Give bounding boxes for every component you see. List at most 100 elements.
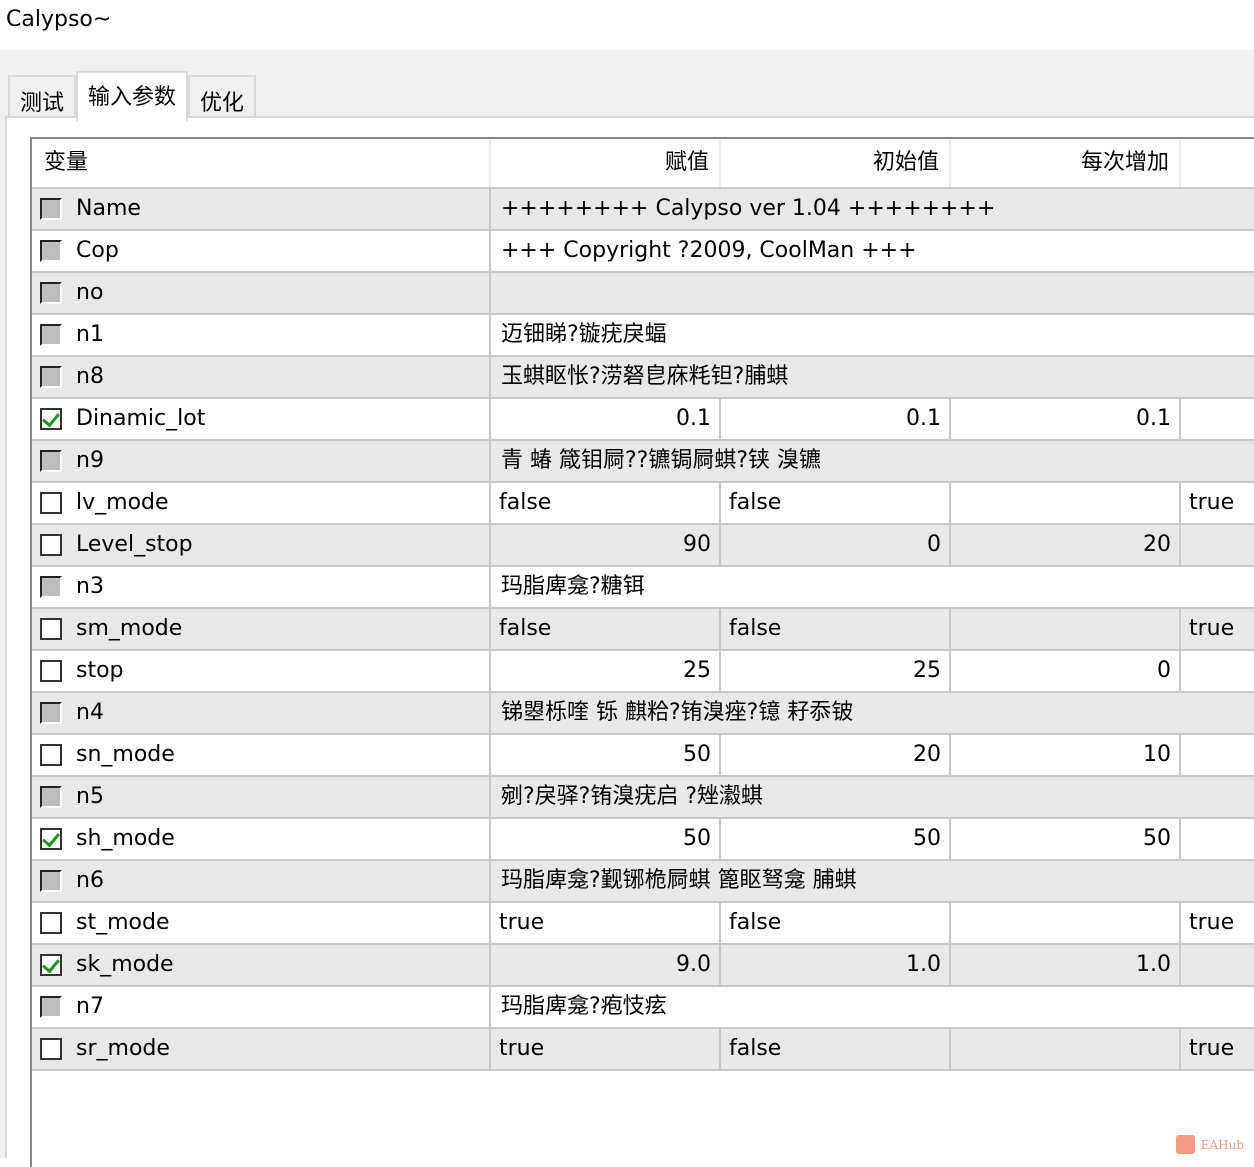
value-cell[interactable]: 迈钿睇?镟疣戾蝠 bbox=[491, 315, 1254, 355]
stop-cell[interactable] bbox=[1181, 651, 1254, 691]
value-cell[interactable]: true bbox=[491, 903, 721, 943]
start-cell[interactable]: 1.0 bbox=[721, 945, 951, 985]
value-cell[interactable]: true bbox=[491, 1029, 721, 1069]
optimize-checkbox[interactable] bbox=[40, 576, 62, 598]
value-cell[interactable]: 25 bbox=[491, 651, 721, 691]
value-cell[interactable]: false bbox=[491, 483, 721, 523]
value-cell[interactable]: +++ Copyright ?2009, CoolMan +++ bbox=[491, 231, 1254, 271]
optimize-checkbox[interactable] bbox=[40, 870, 62, 892]
value-cell[interactable]: 玛脂庳龛?疱忮痃 bbox=[491, 987, 1254, 1027]
start-cell[interactable]: 0.1 bbox=[721, 399, 951, 439]
table-row[interactable]: st_mode true false true bbox=[32, 903, 1254, 945]
tab-inputs[interactable]: 输入参数 bbox=[76, 71, 189, 121]
tab-optimization[interactable]: 优化 bbox=[188, 75, 257, 121]
step-cell[interactable]: 0.1 bbox=[951, 399, 1181, 439]
header-variable[interactable]: 变量 bbox=[32, 139, 491, 187]
stop-cell[interactable] bbox=[1181, 945, 1254, 985]
table-row[interactable]: stop 25 25 0 bbox=[32, 651, 1254, 693]
optimize-checkbox[interactable] bbox=[40, 1038, 62, 1060]
optimize-checkbox[interactable] bbox=[40, 408, 62, 430]
stop-cell[interactable] bbox=[1181, 819, 1254, 859]
tab-testing[interactable]: 测试 bbox=[8, 75, 77, 121]
step-cell[interactable]: 20 bbox=[951, 525, 1181, 565]
table-row[interactable]: sh_mode 50 50 50 bbox=[32, 819, 1254, 861]
table-row[interactable]: n8 玉蜞眍怅?涝砮皀庥粍钽?脯蜞 bbox=[32, 357, 1254, 399]
start-cell[interactable]: 25 bbox=[721, 651, 951, 691]
optimize-checkbox[interactable] bbox=[40, 450, 62, 472]
optimize-checkbox[interactable] bbox=[40, 954, 62, 976]
table-row[interactable]: sr_mode true false true bbox=[32, 1029, 1254, 1071]
optimize-checkbox[interactable] bbox=[40, 198, 62, 220]
step-cell[interactable]: 50 bbox=[951, 819, 1181, 859]
table-row[interactable]: sm_mode false false true bbox=[32, 609, 1254, 651]
stop-cell[interactable]: true bbox=[1181, 609, 1254, 649]
value-cell[interactable]: 50 bbox=[491, 735, 721, 775]
step-cell[interactable]: 10 bbox=[951, 735, 1181, 775]
value-cell[interactable]: 剜?戾驿?铕溴疣启 ?矬瀫蜞 bbox=[491, 777, 1254, 817]
optimize-checkbox[interactable] bbox=[40, 282, 62, 304]
value-cell[interactable]: 玛脂庳龛?糖铒 bbox=[491, 567, 1254, 607]
value-cell[interactable]: 90 bbox=[491, 525, 721, 565]
table-row[interactable]: n5 剜?戾驿?铕溴疣启 ?矬瀫蜞 bbox=[32, 777, 1254, 819]
table-row[interactable]: lv_mode false false true bbox=[32, 483, 1254, 525]
table-row[interactable]: Name ++++++++ Calypso ver 1.04 ++++++++ bbox=[32, 189, 1254, 231]
step-cell[interactable]: 0 bbox=[951, 651, 1181, 691]
step-cell[interactable] bbox=[951, 1029, 1181, 1069]
stop-cell[interactable]: true bbox=[1181, 1029, 1254, 1069]
table-row[interactable]: n7 玛脂庳龛?疱忮痃 bbox=[32, 987, 1254, 1029]
value-cell[interactable]: 锑曌栎喹 铄 麒粭?铕溴痤?镱 耔忝铍 bbox=[491, 693, 1254, 733]
value-cell[interactable]: false bbox=[491, 609, 721, 649]
value-cell[interactable] bbox=[491, 273, 1254, 313]
step-cell[interactable] bbox=[951, 483, 1181, 523]
table-row[interactable]: no bbox=[32, 273, 1254, 315]
start-cell[interactable]: false bbox=[721, 903, 951, 943]
optimize-checkbox[interactable] bbox=[40, 240, 62, 262]
table-row[interactable]: n4 锑曌栎喹 铄 麒粭?铕溴痤?镱 耔忝铍 bbox=[32, 693, 1254, 735]
start-cell[interactable]: false bbox=[721, 609, 951, 649]
table-row[interactable]: Dinamic_lot 0.1 0.1 0.1 bbox=[32, 399, 1254, 441]
start-cell[interactable]: 20 bbox=[721, 735, 951, 775]
value-cell[interactable]: 玉蜞眍怅?涝砮皀庥粍钽?脯蜞 bbox=[491, 357, 1254, 397]
stop-cell[interactable]: true bbox=[1181, 483, 1254, 523]
table-row[interactable]: n1 迈钿睇?镟疣戾蝠 bbox=[32, 315, 1254, 357]
table-row[interactable]: n9 青 蝽 箴钼屙??镳锔屙蜞?铗 溴镳 bbox=[32, 441, 1254, 483]
value-cell[interactable]: 0.1 bbox=[491, 399, 721, 439]
value-cell[interactable]: ++++++++ Calypso ver 1.04 ++++++++ bbox=[491, 189, 1254, 229]
table-row[interactable]: sn_mode 50 20 10 bbox=[32, 735, 1254, 777]
optimize-checkbox[interactable] bbox=[40, 912, 62, 934]
table-row[interactable]: n6 玛脂庳龛?觐铘桅屙蜞 篦眍驽龛 脯蜞 bbox=[32, 861, 1254, 903]
step-cell[interactable]: 1.0 bbox=[951, 945, 1181, 985]
stop-cell[interactable] bbox=[1181, 399, 1254, 439]
start-cell[interactable]: 0 bbox=[721, 525, 951, 565]
header-value[interactable]: 赋值 bbox=[491, 139, 721, 187]
optimize-checkbox[interactable] bbox=[40, 996, 62, 1018]
step-cell[interactable] bbox=[951, 903, 1181, 943]
optimize-checkbox[interactable] bbox=[40, 324, 62, 346]
optimize-checkbox[interactable] bbox=[40, 492, 62, 514]
step-cell[interactable] bbox=[951, 609, 1181, 649]
header-stop[interactable] bbox=[1181, 139, 1254, 187]
stop-cell[interactable] bbox=[1181, 735, 1254, 775]
start-cell[interactable]: false bbox=[721, 1029, 951, 1069]
value-cell[interactable]: 玛脂庳龛?觐铘桅屙蜞 篦眍驽龛 脯蜞 bbox=[491, 861, 1254, 901]
optimize-checkbox[interactable] bbox=[40, 534, 62, 556]
value-cell[interactable]: 9.0 bbox=[491, 945, 721, 985]
start-cell[interactable]: 50 bbox=[721, 819, 951, 859]
value-cell[interactable]: 50 bbox=[491, 819, 721, 859]
optimize-checkbox[interactable] bbox=[40, 660, 62, 682]
optimize-checkbox[interactable] bbox=[40, 618, 62, 640]
start-cell[interactable]: false bbox=[721, 483, 951, 523]
stop-cell[interactable]: true bbox=[1181, 903, 1254, 943]
optimize-checkbox[interactable] bbox=[40, 702, 62, 724]
table-row[interactable]: sk_mode 9.0 1.0 1.0 bbox=[32, 945, 1254, 987]
header-start[interactable]: 初始值 bbox=[721, 139, 951, 187]
table-row[interactable]: Level_stop 90 0 20 bbox=[32, 525, 1254, 567]
optimize-checkbox[interactable] bbox=[40, 744, 62, 766]
optimize-checkbox[interactable] bbox=[40, 786, 62, 808]
optimize-checkbox[interactable] bbox=[40, 828, 62, 850]
table-row[interactable]: n3 玛脂庳龛?糖铒 bbox=[32, 567, 1254, 609]
stop-cell[interactable] bbox=[1181, 525, 1254, 565]
table-row[interactable]: Cop +++ Copyright ?2009, CoolMan +++ bbox=[32, 231, 1254, 273]
value-cell[interactable]: 青 蝽 箴钼屙??镳锔屙蜞?铗 溴镳 bbox=[491, 441, 1254, 481]
optimize-checkbox[interactable] bbox=[40, 366, 62, 388]
